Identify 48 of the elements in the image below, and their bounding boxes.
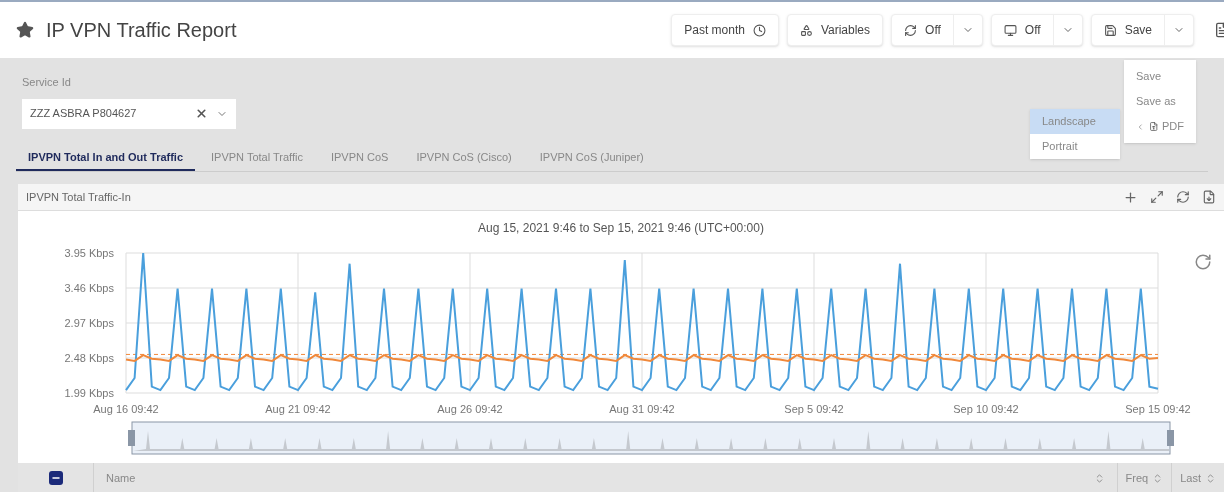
x-axis-label: Aug 31 09:42	[609, 403, 675, 415]
reset-zoom-icon[interactable]	[1194, 253, 1212, 271]
refresh-icon	[904, 23, 918, 37]
x-axis-label: Sep 5 09:42	[784, 403, 844, 415]
clear-icon[interactable]	[195, 107, 208, 120]
column-header[interactable]: Name	[106, 469, 136, 487]
service-select[interactable]: ZZZ ASBRA P804627	[22, 98, 236, 129]
select-all-checkbox[interactable]	[48, 471, 63, 485]
toolbar-button[interactable]: Past month	[672, 15, 778, 45]
shapes-icon	[799, 23, 813, 37]
tab[interactable]: IPVPN CoS (Juniper)	[527, 148, 656, 171]
x-axis-label: Aug 26 09:42	[437, 403, 503, 415]
column-header[interactable]: Freq	[1125, 469, 1149, 487]
chart-title: Aug 15, 2021 9:46 to Sep 15, 2021 9:46 (UTC+00:00)	[477, 220, 765, 237]
expand-icon[interactable]	[1150, 189, 1164, 204]
refresh-icon[interactable]	[1176, 189, 1190, 204]
x-axis-label: Aug 21 09:42	[265, 403, 331, 415]
add-icon[interactable]	[1123, 189, 1138, 205]
x-axis-label: Sep 10 09:42	[953, 403, 1019, 415]
y-axis-label: 2.97 Kbps	[64, 317, 114, 329]
y-axis-label: 3.95 Kbps	[64, 247, 114, 259]
report-title: IP VPN Traffic Report	[46, 18, 237, 43]
panel-title: IPVPN Total Traffic-In	[26, 189, 131, 205]
tab[interactable]: IPVPN Total In and Out Traffic	[16, 148, 196, 171]
star-icon[interactable]	[16, 21, 34, 39]
monitor-icon	[1003, 23, 1017, 37]
save-icon	[1103, 23, 1117, 37]
x-axis-label: Sep 15 09:42	[1125, 403, 1191, 415]
menu-item[interactable]: Portrait	[1030, 134, 1120, 159]
menu-item[interactable]: Save	[1124, 64, 1196, 89]
menu-item[interactable]: PDF	[1124, 114, 1196, 139]
y-axis-label: 1.99 Kbps	[64, 387, 114, 399]
tab[interactable]: IPVPN CoS	[318, 148, 401, 171]
tab[interactable]: IPVPN CoS (Cisco)	[404, 148, 524, 171]
field-label: Service Id	[22, 75, 71, 90]
clock-icon	[752, 23, 766, 37]
menu-item[interactable]: Landscape	[1030, 109, 1120, 134]
sort-icon[interactable]	[1205, 472, 1216, 484]
y-axis-label: 2.48 Kbps	[64, 352, 114, 364]
column-header[interactable]: Last	[1180, 469, 1201, 487]
tab[interactable]: IPVPN Total Traffic	[199, 148, 315, 171]
export-icon[interactable]	[1202, 189, 1216, 204]
chevron-left-icon	[1136, 121, 1145, 132]
x-axis-label: Aug 16 09:42	[93, 403, 159, 415]
pdf-file-icon	[1148, 121, 1158, 132]
menu-item[interactable]: Save as	[1124, 89, 1196, 114]
y-axis-label: 3.46 Kbps	[64, 282, 114, 294]
toolbar-button[interactable]: Variables	[787, 15, 883, 45]
